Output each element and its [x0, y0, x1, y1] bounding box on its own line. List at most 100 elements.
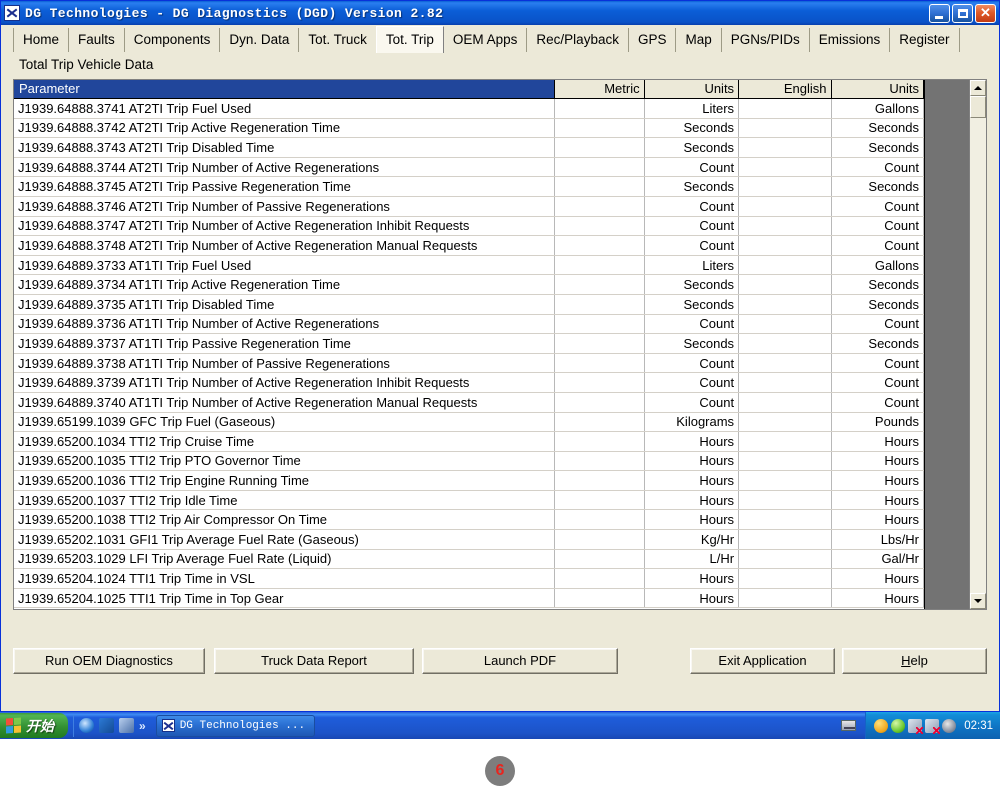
tab-oem-apps[interactable]: OEM Apps	[442, 28, 528, 52]
outlook-icon[interactable]	[99, 718, 114, 733]
table-row[interactable]: J1939.64889.3737 AT1TI Trip Passive Rege…	[14, 333, 924, 354]
tray-orange-icon[interactable]	[874, 718, 889, 733]
cell-metric	[554, 274, 645, 295]
truck-data-report-button[interactable]: Truck Data Report	[214, 647, 414, 674]
run-oem-diagnostics-button[interactable]: Run OEM Diagnostics	[13, 647, 205, 674]
tray-green-icon[interactable]	[891, 718, 906, 733]
cell-english	[738, 568, 832, 589]
tab-emissions[interactable]: Emissions	[808, 28, 891, 52]
scroll-down-button[interactable]	[970, 593, 986, 609]
table-row[interactable]: J1939.65199.1039 GFC Trip Fuel (Gaseous)…	[14, 412, 924, 433]
cell-parameter: J1939.64888.3744 AT2TI Trip Number of Ac…	[14, 157, 556, 178]
table-row[interactable]: J1939.64888.3746 AT2TI Trip Number of Pa…	[14, 196, 924, 217]
cell-parameter: J1939.64888.3747 AT2TI Trip Number of Ac…	[14, 216, 556, 237]
close-button[interactable]: ✕	[975, 3, 996, 23]
column-header-metric[interactable]: Metric	[554, 80, 645, 99]
tab-tot-truck[interactable]: Tot. Truck	[298, 28, 377, 52]
table-row[interactable]: J1939.64888.3743 AT2TI Trip Disabled Tim…	[14, 137, 924, 158]
tab-rec-playback[interactable]: Rec/Playback	[526, 28, 629, 52]
keyboard-layout-icon[interactable]	[837, 717, 859, 735]
cell-metric	[554, 372, 645, 393]
table-row[interactable]: J1939.64888.3748 AT2TI Trip Number of Ac…	[14, 235, 924, 256]
tab-faults[interactable]: Faults	[68, 28, 125, 52]
footer-right-group: Exit Application Help	[690, 647, 987, 674]
table-row[interactable]: J1939.64888.3747 AT2TI Trip Number of Ac…	[14, 216, 924, 237]
chevron-right-icon[interactable]: »	[139, 719, 146, 733]
network-disconnected-icon-1[interactable]	[908, 718, 924, 734]
table-row[interactable]: J1939.64889.3738 AT1TI Trip Number of Pa…	[14, 353, 924, 374]
network-disconnected-icon-2[interactable]	[925, 718, 941, 734]
cell-metric-units: Seconds	[644, 294, 740, 315]
table-row[interactable]: J1939.64889.3740 AT1TI Trip Number of Ac…	[14, 392, 924, 413]
cell-english-units: Pounds	[831, 412, 924, 433]
column-header-english-units[interactable]: Units	[831, 80, 924, 99]
cell-metric-units: Seconds	[644, 176, 740, 197]
column-header-english[interactable]: English	[738, 80, 832, 99]
tray-clock[interactable]: 02:31	[964, 720, 993, 732]
help-button[interactable]: Help	[842, 647, 987, 674]
start-button[interactable]: 开始	[0, 713, 68, 738]
show-desktop-icon[interactable]	[119, 718, 134, 733]
table-row[interactable]: J1939.64889.3735 AT1TI Trip Disabled Tim…	[14, 294, 924, 315]
column-header-parameter[interactable]: Parameter	[14, 80, 556, 99]
table-row[interactable]: J1939.64889.3734 AT1TI Trip Active Regen…	[14, 274, 924, 295]
tab-dyn-data[interactable]: Dyn. Data	[219, 28, 300, 52]
table-header: Parameter Metric Units English Units	[14, 80, 924, 99]
cell-parameter: J1939.64888.3748 AT2TI Trip Number of Ac…	[14, 235, 556, 256]
table-row[interactable]: J1939.65203.1029 LFI Trip Average Fuel R…	[14, 549, 924, 570]
table-row[interactable]: J1939.65200.1036 TTI2 Trip Engine Runnin…	[14, 470, 924, 491]
cell-parameter: J1939.65200.1034 TTI2 Trip Cruise Time	[14, 431, 556, 452]
tab-components[interactable]: Components	[123, 28, 221, 52]
launch-pdf-button[interactable]: Launch PDF	[422, 647, 618, 674]
tab-gps[interactable]: GPS	[627, 28, 677, 52]
taskbar-window-button[interactable]: DG Technologies ...	[155, 714, 316, 737]
cell-parameter: J1939.65200.1036 TTI2 Trip Engine Runnin…	[14, 470, 556, 491]
table-row[interactable]: J1939.65200.1037 TTI2 Trip Idle Time Hour…	[14, 490, 924, 511]
cell-english	[738, 470, 832, 491]
column-header-metric-units[interactable]: Units	[644, 80, 740, 99]
cell-english-units: Hours	[831, 490, 924, 511]
table-row[interactable]: J1939.65200.1035 TTI2 Trip PTO Governor …	[14, 451, 924, 472]
title-bar: DG Technologies - DG Diagnostics (DGD) V…	[1, 1, 999, 25]
table-row[interactable]: J1939.64888.3742 AT2TI Trip Active Regen…	[14, 118, 924, 139]
footer-toolbar: Run OEM Diagnostics Truck Data Report La…	[1, 610, 999, 711]
cell-metric-units: Hours	[644, 490, 740, 511]
cell-parameter: J1939.65200.1038 TTI2 Trip Air Compresso…	[14, 509, 556, 531]
table-row[interactable]: J1939.64889.3739 AT1TI Trip Number of Ac…	[14, 372, 924, 393]
tab-pgns-pids[interactable]: PGNs/PIDs	[720, 28, 810, 52]
tab-map[interactable]: Map	[675, 28, 722, 52]
tab-tot-trip[interactable]: Tot. Trip	[375, 26, 444, 53]
cell-parameter: J1939.64889.3738 AT1TI Trip Number of Pa…	[14, 353, 556, 374]
taskbar-window-label: DG Technologies ...	[179, 719, 306, 732]
cell-english-units: Seconds	[831, 176, 924, 197]
arrow-down-icon	[974, 599, 982, 603]
table-row[interactable]: J1939.65204.1025 TTI1 Trip Time in Top G…	[14, 588, 924, 609]
table-row[interactable]: J1939.65204.1024 TTI1 Trip Time in VSL Ho…	[14, 568, 924, 589]
exit-application-button[interactable]: Exit Application	[690, 647, 835, 674]
cell-metric-units: Hours	[644, 588, 740, 609]
internet-explorer-icon[interactable]	[79, 718, 94, 733]
tab-home[interactable]: Home	[13, 28, 70, 52]
tab-register[interactable]: Register	[889, 28, 960, 52]
volume-icon[interactable]	[942, 718, 957, 733]
cell-metric	[554, 549, 645, 570]
cell-metric-units: Hours	[644, 431, 740, 452]
table-row[interactable]: J1939.65200.1038 TTI2 Trip Air Compresso…	[14, 509, 924, 531]
minimize-button[interactable]	[929, 3, 950, 23]
scrollbar-thumb[interactable]	[970, 96, 986, 118]
vertical-scrollbar[interactable]	[969, 80, 986, 609]
table-row[interactable]: J1939.64889.3733 AT1TI Trip Fuel Used Lit…	[14, 255, 924, 276]
cell-english	[738, 333, 832, 354]
cell-metric	[554, 568, 645, 589]
cell-english-units: Hours	[831, 509, 924, 531]
table-row[interactable]: J1939.64888.3744 AT2TI Trip Number of Ac…	[14, 157, 924, 178]
table-row[interactable]: J1939.64889.3736 AT1TI Trip Number of Ac…	[14, 314, 924, 335]
maximize-button[interactable]	[952, 3, 973, 23]
table-row[interactable]: J1939.64888.3741 AT2TI Trip Fuel Used Lit…	[14, 98, 924, 119]
scrollbar-track[interactable]	[970, 96, 986, 593]
table-row[interactable]: J1939.65200.1034 TTI2 Trip Cruise Time Ho…	[14, 431, 924, 452]
table-row[interactable]: J1939.64888.3745 AT2TI Trip Passive Rege…	[14, 176, 924, 197]
cell-parameter: J1939.65204.1025 TTI1 Trip Time in Top G…	[14, 588, 556, 609]
scroll-up-button[interactable]	[970, 80, 986, 96]
table-row[interactable]: J1939.65202.1031 GFI1 Trip Average Fuel …	[14, 529, 924, 550]
